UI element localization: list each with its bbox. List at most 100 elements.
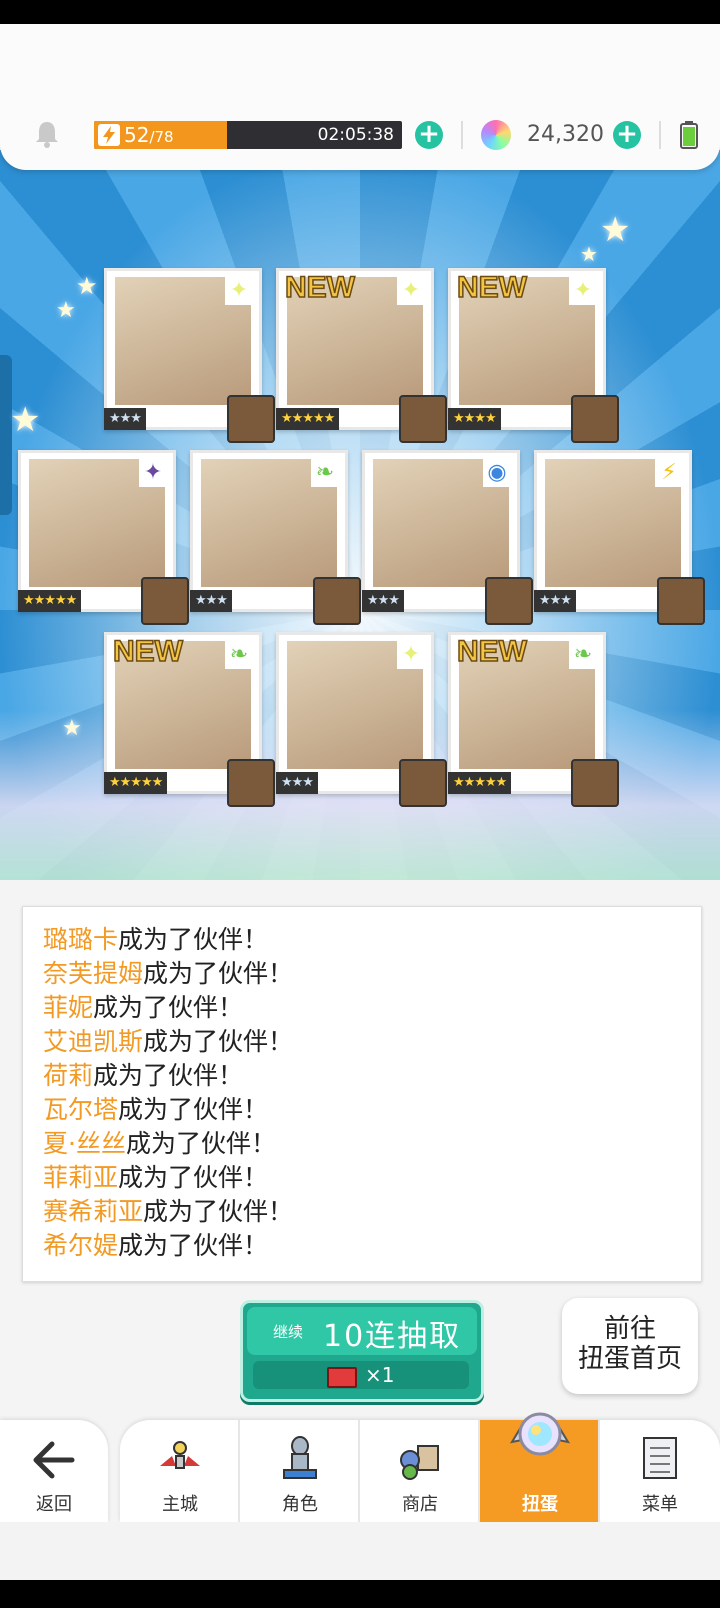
rarity-stars: ★★★ — [104, 408, 146, 430]
nav-label-shop: 商店 — [402, 1494, 438, 1515]
star-decoration: ★ — [600, 210, 631, 250]
result-log[interactable]: 璐璐卡成为了伙伴！ 奈芙提姆成为了伙伴！ 菲妮成为了伙伴！ 艾迪凯斯成为了伙伴！ 荷莉成… — [22, 906, 702, 1282]
pull-button-sub: 继续 — [273, 1323, 304, 1341]
log-line: 赛希莉亚成为了伙伴！ — [43, 1195, 293, 1229]
pull-button-face: 继续 10连抽取 — [247, 1307, 477, 1355]
pixel-sprite — [313, 577, 361, 625]
pixel-sprite — [657, 577, 705, 625]
pixel-sprite — [571, 759, 619, 807]
log-line: 夏·丝丝成为了伙伴！ — [43, 1127, 293, 1161]
system-nav-area — [0, 1522, 720, 1580]
pixel-sprite — [485, 577, 533, 625]
character-name: 璐璐卡 — [43, 925, 119, 954]
pixel-sprite — [399, 395, 447, 443]
rarity-stars: ★★★★★ — [276, 408, 340, 430]
rarity-stars: ★★★★★ — [448, 772, 512, 794]
spark-element-icon: ✦ — [397, 277, 425, 305]
nav-item-characters[interactable]: 角色 — [240, 1420, 360, 1522]
rarity-stars: ★★★★ — [448, 408, 501, 430]
character-card[interactable]: ✦ NEW ★★★★★ — [276, 268, 447, 443]
wind-element-icon: ❧ — [225, 641, 253, 669]
pixel-sprite — [141, 577, 189, 625]
rarity-stars: ★★★ — [362, 590, 404, 612]
ticket-icon — [327, 1367, 357, 1388]
spark-element-icon: ✦ — [225, 277, 253, 305]
pull-button-label: 10连抽取 — [323, 1319, 462, 1354]
log-suffix: 成为了伙伴！ — [143, 1027, 294, 1056]
character-name: 夏·丝丝 — [43, 1129, 126, 1158]
divider — [659, 121, 661, 149]
new-badge: NEW — [284, 270, 356, 305]
pull-cost: ×1 — [253, 1361, 469, 1389]
nav-item-menu[interactable]: 菜单 — [600, 1420, 720, 1522]
stamina-bar: 52/78 02:05:38 — [94, 121, 402, 149]
character-card[interactable]: ❧ NEW ★★★★★ — [104, 632, 275, 807]
character-name: 菲莉亚 — [43, 1163, 119, 1192]
back-label: 返回 — [36, 1494, 72, 1515]
log-suffix: 成为了伙伴！ — [118, 1095, 269, 1124]
character-card[interactable]: ❧ NEW ★★★★★ — [448, 632, 619, 807]
nav-label-menu: 菜单 — [642, 1494, 678, 1515]
character-card[interactable]: ✦ NEW ★★★★ — [448, 268, 619, 443]
gacha-icon — [509, 1412, 571, 1456]
stamina-timer: 02:05:38 — [317, 125, 394, 145]
add-gems-button[interactable]: + — [613, 121, 641, 149]
character-card[interactable]: ⚡ ★★★ — [534, 450, 705, 625]
nav-item-shop[interactable]: 商店 — [360, 1420, 480, 1522]
character-name: 荷莉 — [43, 1061, 94, 1090]
log-line: 瓦尔塔成为了伙伴！ — [43, 1093, 293, 1127]
character-name: 瓦尔塔 — [43, 1095, 119, 1124]
nav-label-gacha: 扭蛋 — [522, 1494, 558, 1515]
nav-item-castle[interactable]: 主城 — [120, 1420, 240, 1522]
pixel-sprite — [227, 759, 275, 807]
log-suffix: 成为了伙伴！ — [118, 1163, 269, 1192]
bottom-nav: 主城 角色 商店 扭蛋 菜单 — [120, 1412, 720, 1522]
star-decoration: ★ — [580, 242, 598, 266]
bell-icon[interactable] — [34, 120, 60, 148]
character-name: 奈芙提姆 — [43, 959, 144, 988]
log-line: 菲妮成为了伙伴！ — [43, 991, 293, 1025]
character-name: 希尔媞 — [43, 1231, 119, 1260]
back-button[interactable]: 返回 — [0, 1420, 108, 1522]
battery-icon — [680, 121, 698, 149]
pixel-sprite — [571, 395, 619, 443]
stamina-max: /78 — [149, 128, 174, 146]
star-decoration: ★ — [76, 272, 98, 300]
wind-element-icon: ❧ — [311, 459, 339, 487]
gacha-home-label-1: 前往 — [603, 1314, 656, 1344]
character-card[interactable]: ❧ ★★★ — [190, 450, 361, 625]
spark-element-icon: ✦ — [569, 277, 597, 305]
add-stamina-button[interactable]: + — [415, 121, 443, 149]
pull-10-button[interactable]: 继续 10连抽取 ×1 — [240, 1300, 484, 1402]
gem-icon — [481, 120, 511, 150]
log-line: 艾迪凯斯成为了伙伴！ — [43, 1025, 293, 1059]
log-suffix: 成为了伙伴！ — [118, 1231, 269, 1260]
character-name: 菲妮 — [43, 993, 94, 1022]
nav-item-gacha[interactable]: 扭蛋 — [480, 1412, 600, 1522]
character-icon — [283, 1436, 317, 1479]
wind-element-icon: ❧ — [569, 641, 597, 669]
shop-icon — [400, 1445, 439, 1480]
character-card[interactable]: ✦ ★★★ — [104, 268, 275, 443]
character-card[interactable]: ◉ ★★★ — [362, 450, 533, 625]
menu-icon — [643, 1437, 677, 1479]
stamina-current: 52 — [124, 123, 150, 147]
log-suffix: 成为了伙伴！ — [143, 959, 294, 988]
system-bar — [0, 1580, 720, 1608]
character-name: 赛希莉亚 — [43, 1197, 144, 1226]
character-card[interactable]: ✦ ★★★★★ — [18, 450, 189, 625]
log-line: 荷莉成为了伙伴！ — [43, 1059, 293, 1093]
lightning-icon — [98, 124, 120, 146]
log-suffix: 成为了伙伴！ — [93, 1061, 244, 1090]
divider — [461, 121, 463, 149]
gem-count: 24,320 — [527, 122, 604, 147]
gacha-home-button[interactable]: 前往 扭蛋首页 — [562, 1298, 698, 1394]
log-suffix: 成为了伙伴！ — [93, 993, 244, 1022]
new-badge: NEW — [456, 270, 528, 305]
character-card[interactable]: ✦ ★★★ — [276, 632, 447, 807]
new-badge: NEW — [112, 634, 184, 669]
pull-cost-count: ×1 — [365, 1363, 395, 1387]
back-arrow-icon — [33, 1441, 75, 1479]
log-suffix: 成为了伙伴！ — [143, 1197, 294, 1226]
pixel-sprite — [399, 759, 447, 807]
